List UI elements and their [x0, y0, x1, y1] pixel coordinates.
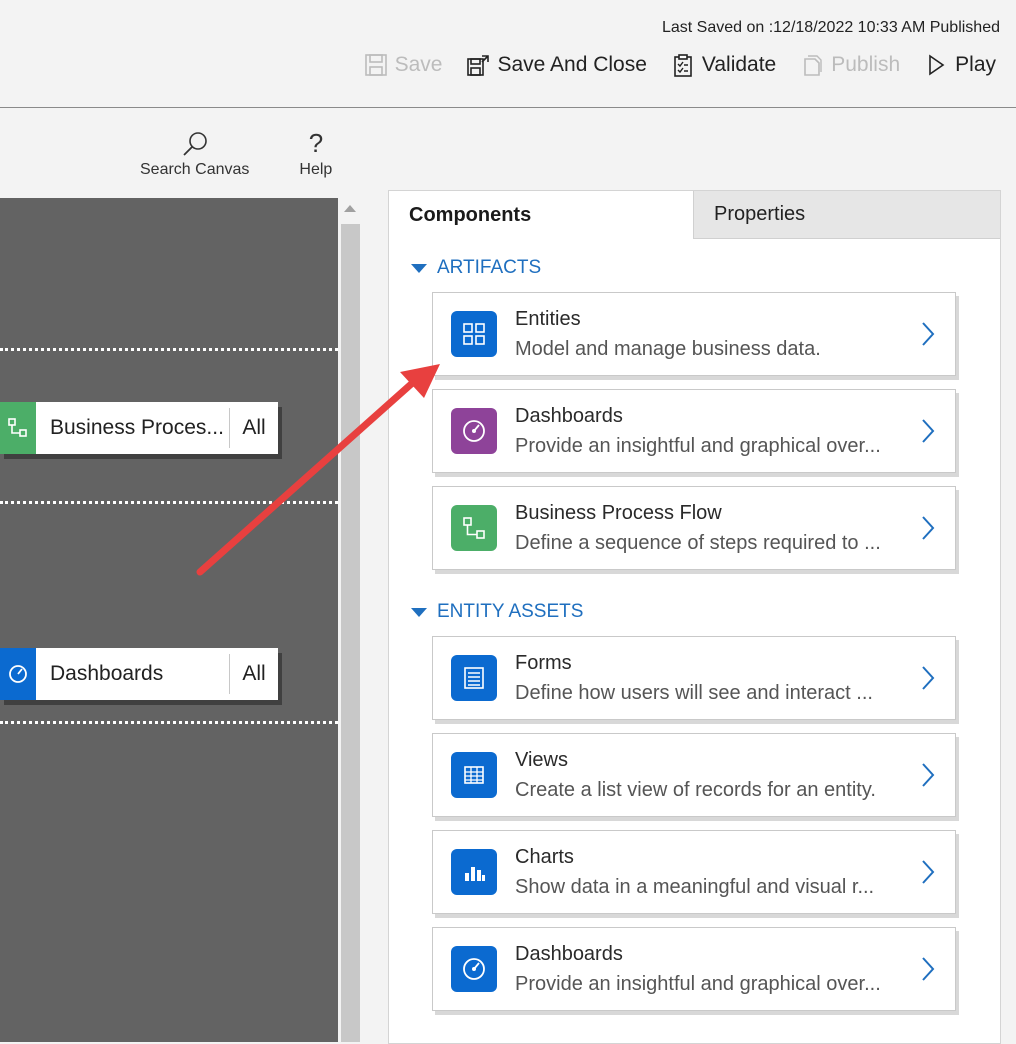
chevron-right-icon: [922, 322, 935, 346]
tab-properties[interactable]: Properties: [693, 191, 1000, 239]
designer-canvas[interactable]: Business Proces... All Dashboards All: [0, 198, 338, 1042]
node-label: Dashboards: [50, 662, 164, 685]
component-card-business-process-flow[interactable]: Business Process Flow Define a sequence …: [432, 486, 956, 570]
component-card-entities[interactable]: Entities Model and manage business data.: [432, 292, 956, 376]
card-title: Charts: [515, 846, 574, 868]
dashboard-gauge-icon: [451, 408, 497, 454]
component-card-dashboards[interactable]: Dashboards Provide an insightful and gra…: [432, 389, 956, 473]
play-button[interactable]: Play: [924, 53, 996, 77]
canvas-node-dashboards[interactable]: Dashboards All: [0, 648, 278, 700]
chevron-right-icon: [922, 763, 935, 787]
artifacts-section-header[interactable]: ARTIFACTS: [411, 257, 541, 279]
tab-components[interactable]: Components: [389, 191, 693, 239]
search-canvas-label: Search Canvas: [140, 161, 250, 178]
dashboard-gauge-icon: [451, 946, 497, 992]
form-icon: [451, 655, 497, 701]
card-title: Views: [515, 749, 568, 771]
help-button[interactable]: ? Help: [299, 130, 332, 179]
publish-document-icon: [800, 53, 824, 77]
save-and-close-label: Save And Close: [497, 53, 647, 76]
artifacts-header-label: ARTIFACTS: [437, 257, 542, 278]
card-title: Dashboards: [515, 943, 623, 965]
entities-grid-icon: [451, 311, 497, 357]
card-title: Business Process Flow: [515, 502, 722, 524]
publish-label: Publish: [831, 53, 901, 76]
card-description: Define how users will see and interact .…: [515, 682, 873, 704]
chevron-right-icon: [922, 860, 935, 884]
last-saved-status: Last Saved on :12/18/2022 10:33 AM Publi…: [661, 19, 1000, 36]
command-bar: Last Saved on :12/18/2022 10:33 AM Publi…: [0, 0, 1016, 108]
process-flow-icon: [0, 402, 36, 454]
validate-label: Validate: [701, 53, 777, 76]
card-description: Model and manage business data.: [515, 338, 821, 360]
card-description: Provide an insightful and graphical over…: [515, 435, 881, 457]
toolbar: Save Save And Close Validate Publish Pla…: [340, 50, 996, 80]
lane-divider: [0, 501, 338, 504]
table-view-icon: [451, 752, 497, 798]
save-close-icon: [466, 53, 490, 77]
search-icon: [183, 132, 207, 156]
canvas-node-business-process[interactable]: Business Proces... All: [0, 402, 278, 454]
entity-assets-section-header[interactable]: ENTITY ASSETS: [411, 601, 583, 623]
canvas-tools: Search Canvas ? Help: [140, 130, 382, 179]
canvas-scrollbar-thumb[interactable]: [341, 224, 360, 1042]
card-title: Forms: [515, 652, 572, 674]
search-canvas-button[interactable]: Search Canvas: [140, 130, 249, 179]
collapse-triangle-icon: [411, 607, 427, 617]
lane-divider: [0, 721, 338, 724]
lane-divider: [0, 348, 338, 351]
publish-button[interactable]: Publish: [800, 53, 900, 77]
svg-text:?: ?: [309, 130, 323, 158]
question-mark-icon: ?: [309, 130, 323, 158]
clipboard-check-icon: [671, 53, 695, 77]
panel-tabs: Components Properties: [389, 191, 1000, 239]
chevron-right-icon: [922, 516, 935, 540]
component-card-charts[interactable]: Charts Show data in a meaningful and vis…: [432, 830, 956, 914]
floppy-disk-icon: [364, 53, 388, 77]
save-and-close-button[interactable]: Save And Close: [466, 53, 647, 77]
collapse-triangle-icon: [411, 263, 427, 273]
card-description: Create a list view of records for an ent…: [515, 779, 876, 801]
chevron-right-icon: [922, 419, 935, 443]
node-label: Business Proces...: [50, 416, 224, 439]
node-all-toggle[interactable]: All: [229, 654, 278, 694]
component-card-dashboards-asset[interactable]: Dashboards Provide an insightful and gra…: [432, 927, 956, 1011]
bar-chart-icon: [451, 849, 497, 895]
card-title: Dashboards: [515, 405, 623, 427]
play-icon: [924, 53, 948, 77]
dashboard-gauge-icon: [0, 648, 36, 700]
process-flow-icon: [451, 505, 497, 551]
card-description: Provide an insightful and graphical over…: [515, 973, 881, 995]
validate-button[interactable]: Validate: [671, 53, 776, 77]
save-label: Save: [394, 53, 443, 76]
card-description: Define a sequence of steps required to .…: [515, 532, 881, 554]
save-button[interactable]: Save: [364, 53, 443, 77]
components-panel: Components Properties ARTIFACTS Entities…: [388, 190, 1001, 1044]
node-all-toggle[interactable]: All: [229, 408, 278, 448]
play-label: Play: [955, 53, 996, 76]
help-label: Help: [299, 161, 333, 178]
chevron-right-icon: [922, 957, 935, 981]
chevron-right-icon: [922, 666, 935, 690]
component-card-views[interactable]: Views Create a list view of records for …: [432, 733, 956, 817]
entity-assets-header-label: ENTITY ASSETS: [437, 601, 584, 622]
card-description: Show data in a meaningful and visual r..…: [515, 876, 875, 898]
scroll-up-arrow-icon[interactable]: [344, 205, 356, 212]
component-card-forms[interactable]: Forms Define how users will see and inte…: [432, 636, 956, 720]
card-title: Entities: [515, 308, 581, 330]
